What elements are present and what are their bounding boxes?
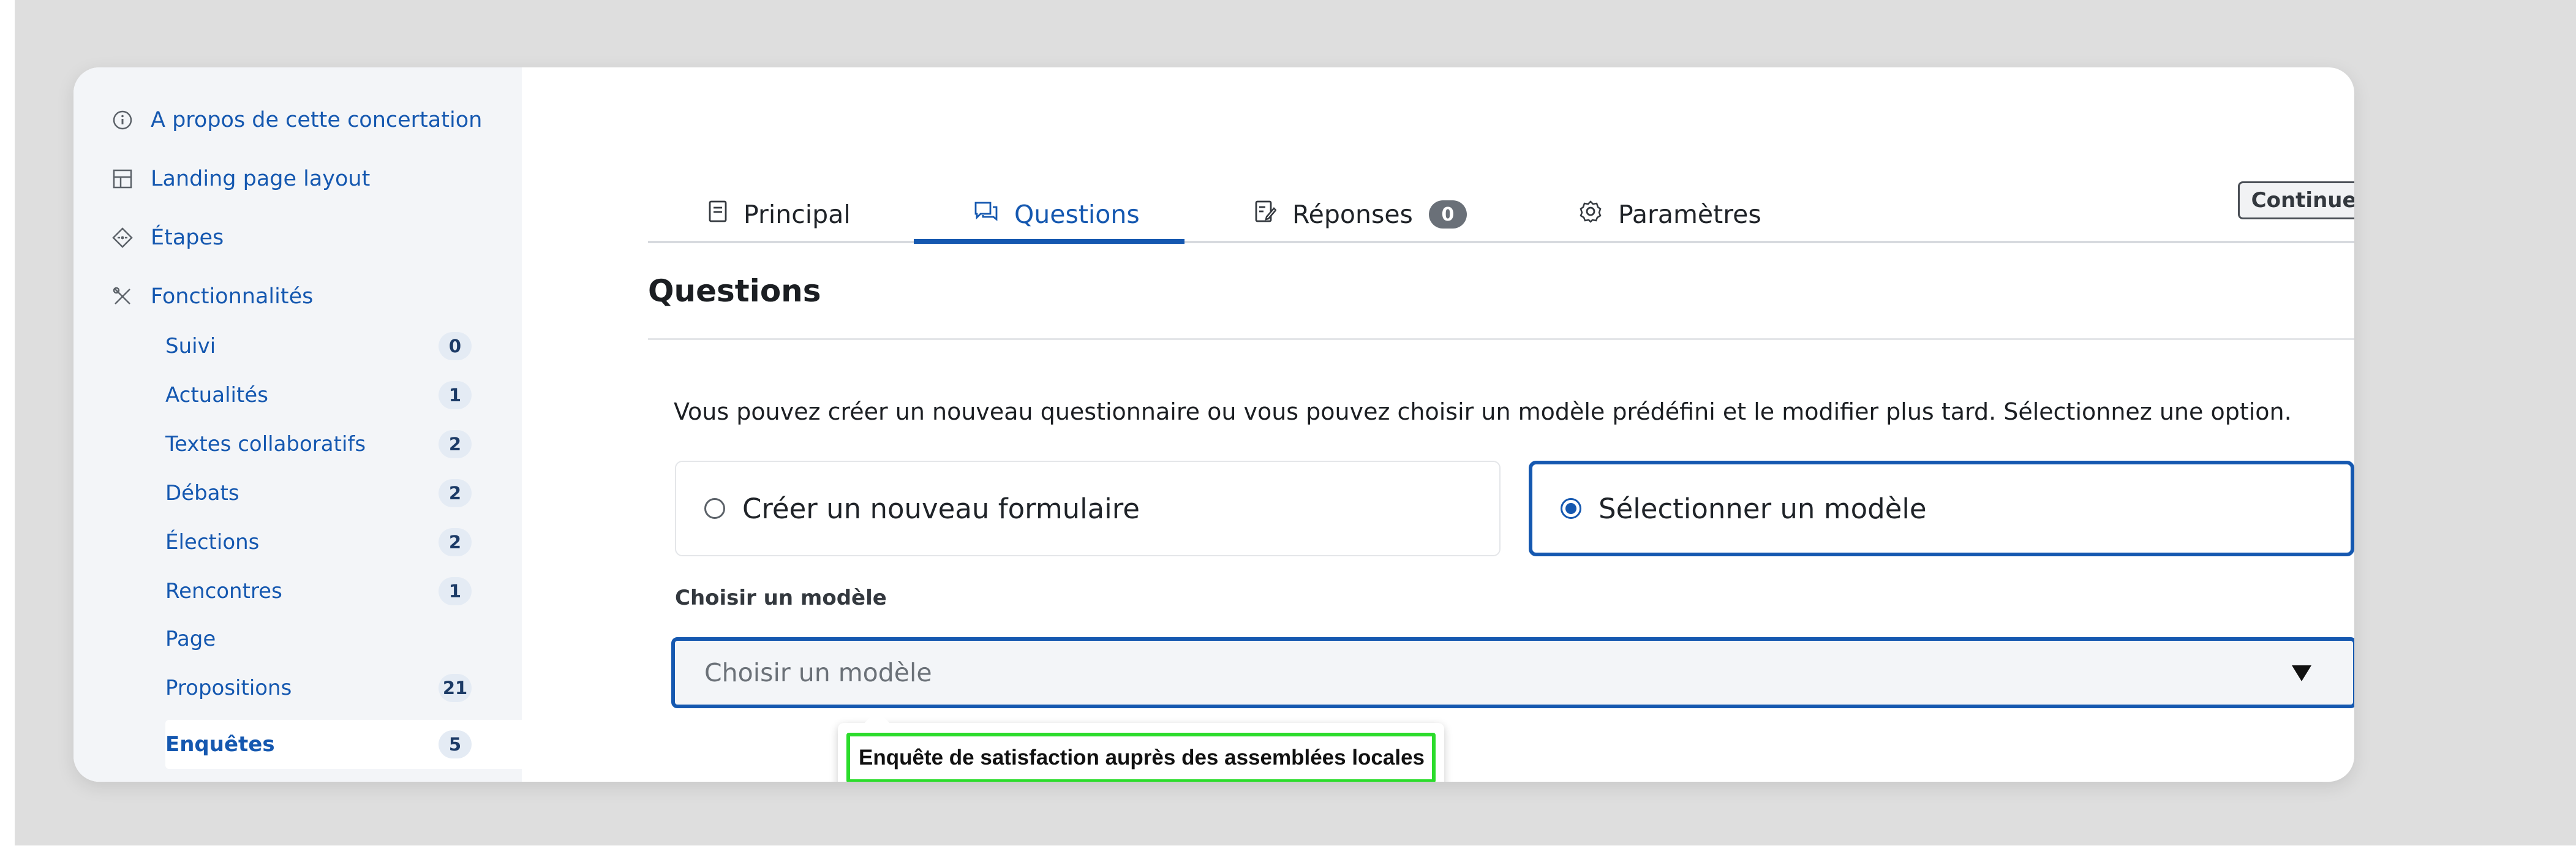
tab-principal[interactable]: Principal (708, 190, 851, 239)
subitem-label: Enquêtes (165, 732, 275, 757)
tools-icon (110, 284, 135, 309)
page-title: Questions (648, 273, 821, 309)
sidebar-item-landing-layout[interactable]: Landing page layout (110, 161, 370, 197)
sidebar-subitem-enquetes[interactable]: Enquêtes 5 (165, 726, 472, 763)
tab-questions[interactable]: Questions (974, 190, 1140, 239)
sidebar-subitem-rencontres[interactable]: Rencontres 1 (165, 573, 472, 610)
sidebar-item-steps[interactable]: Étapes (110, 219, 224, 256)
sidebar-item-label: Fonctionnalités (151, 284, 314, 309)
subitem-label: Textes collaboratifs (165, 432, 366, 456)
option-new-form[interactable]: Créer un nouveau formulaire (675, 461, 1501, 556)
sidebar-subitem-elections[interactable]: Élections 2 (165, 524, 472, 561)
sidebar-item-features[interactable]: Fonctionnalités (110, 278, 313, 315)
count-badge: 1 (439, 381, 472, 409)
dropdown-option-satisfaction[interactable]: Enquête de satisfaction auprès des assem… (846, 733, 1436, 782)
tab-parametres[interactable]: Paramètres (1579, 190, 1761, 239)
sidebar-subitem-actualites[interactable]: Actualités 1 (165, 377, 472, 414)
radio-select-template[interactable] (1561, 498, 1581, 519)
count-badge: 0 (439, 332, 472, 360)
sidebar-item-label: A propos de cette concertation (151, 108, 483, 132)
count-badge: 2 (439, 479, 472, 507)
sidebar-item-label: Landing page layout (151, 167, 371, 191)
option-select-template[interactable]: Sélectionner un modèle (1529, 461, 2354, 556)
tabs-divider (648, 241, 2354, 243)
gear-icon (1579, 200, 1602, 229)
bottom-edge (0, 845, 2576, 862)
subitem-label: Rencontres (165, 579, 282, 603)
dropdown-pointer (864, 709, 891, 724)
layout-icon (110, 167, 135, 191)
count-badge: 2 (439, 528, 472, 556)
caret-down-icon (2292, 665, 2311, 681)
select-placeholder: Choisir un modèle (704, 658, 932, 687)
count-badge: 21 (439, 674, 472, 702)
count-badge: 5 (439, 730, 472, 758)
subitem-label: Débats (165, 481, 239, 505)
edit-icon (1254, 200, 1277, 229)
option-label: Créer un nouveau formulaire (742, 492, 1140, 525)
continue-button[interactable]: Continuer (2238, 181, 2354, 219)
left-edge (0, 0, 15, 862)
count-badge: 2 (439, 430, 472, 458)
sidebar-subitem-page[interactable]: Page (165, 621, 472, 657)
count-badge: 1 (439, 577, 472, 605)
sidebar-subitem-debats[interactable]: Débats 2 (165, 475, 472, 512)
sidebar-subitem-suivi[interactable]: Suivi 0 (165, 328, 472, 365)
subitem-label: Élections (165, 530, 260, 554)
sidebar-subitem-propositions[interactable]: Propositions 21 (165, 670, 472, 706)
active-tab-indicator (914, 239, 1184, 244)
sidebar-item-label: Étapes (151, 225, 224, 250)
sidebar: A propos de cette concertation Landing p… (73, 67, 566, 782)
template-field-label: Choisir un modèle (675, 586, 887, 610)
title-divider (648, 338, 2354, 340)
chat-icon (974, 200, 998, 229)
steps-icon (110, 225, 135, 250)
tab-label: Principal (744, 200, 851, 229)
info-icon (110, 108, 135, 132)
tab-label: Paramètres (1618, 200, 1761, 229)
tab-label: Réponses (1292, 200, 1413, 229)
document-icon (708, 200, 728, 229)
sidebar-subitem-textes[interactable]: Textes collaboratifs 2 (165, 426, 472, 463)
radio-new-form[interactable] (704, 498, 725, 519)
subitem-label: Suivi (165, 334, 216, 358)
subitem-label: Page (165, 627, 216, 651)
intro-text: Vous pouvez créer un nouveau questionnai… (674, 398, 2292, 425)
sidebar-item-about[interactable]: A propos de cette concertation (110, 102, 482, 138)
admin-card: A propos de cette concertation Landing p… (73, 67, 2354, 782)
template-select[interactable]: Choisir un modèle (671, 637, 2354, 708)
responses-count-badge: 0 (1428, 200, 1467, 229)
subitem-label: Actualités (165, 383, 268, 407)
subitem-label: Propositions (165, 676, 292, 700)
option-label: Sélectionner un modèle (1599, 492, 1927, 525)
tab-label: Questions (1014, 200, 1140, 229)
tab-reponses[interactable]: Réponses 0 (1254, 190, 1467, 239)
